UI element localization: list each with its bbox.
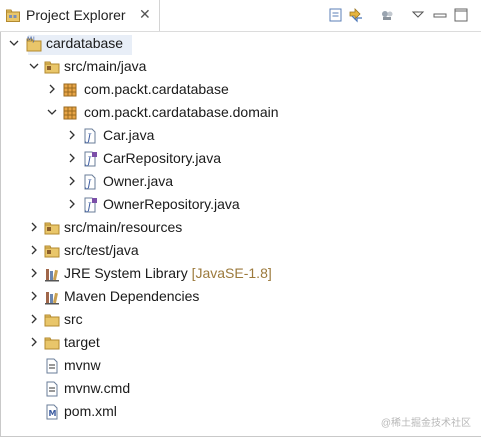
chevron-right-icon[interactable] [66, 129, 78, 141]
library-icon [45, 269, 59, 282]
chevron-down-icon[interactable] [46, 106, 58, 118]
svg-text:J: J [85, 179, 92, 190]
tree-item-src-main-resources[interactable]: src/main/resources [0, 217, 481, 239]
tab-divider [0, 31, 481, 32]
maximize-icon[interactable] [452, 6, 470, 24]
package-icon [63, 106, 77, 120]
svg-text:J: J [85, 133, 92, 144]
tree-item-mvnw[interactable]: mvnw [0, 355, 481, 377]
tree-item-label: cardatabase [46, 35, 124, 51]
tree-item-jre-library[interactable]: JRE System Library [JavaSE-1.8] [0, 263, 481, 285]
folder-icon [44, 337, 60, 350]
tree-item-owner-repository[interactable]: J OwnerRepository.java [0, 194, 481, 216]
close-icon[interactable]: ✕ [139, 6, 151, 23]
file-icon [46, 381, 58, 397]
svg-text:M: M [27, 36, 32, 43]
view-menu-icon[interactable] [409, 6, 427, 24]
package-icon [63, 83, 77, 97]
tree-item-label: src [64, 311, 83, 327]
java-class-icon: J [84, 174, 96, 190]
java-class-icon: J [84, 128, 96, 144]
java-interface-icon: J [84, 197, 97, 213]
svg-text:J: J [32, 36, 35, 43]
tree-item-cardatabase[interactable]: M J cardatabase [0, 33, 481, 55]
tree-item-package[interactable]: com.packt.cardatabase [0, 79, 481, 101]
library-icon [45, 292, 59, 305]
tree-item-car-repository[interactable]: J CarRepository.java [0, 148, 481, 170]
tree-item-label: mvnw.cmd [64, 380, 131, 396]
chevron-right-icon[interactable] [28, 267, 40, 279]
source-folder-icon [44, 61, 60, 74]
tree-item-src-test-java[interactable]: src/test/java [0, 240, 481, 262]
project-explorer-icon [6, 9, 20, 22]
link-with-editor-icon[interactable] [347, 6, 365, 24]
tree-item-package-domain[interactable]: com.packt.cardatabase.domain [0, 102, 481, 124]
svg-text:J: J [85, 202, 92, 213]
maven-pom-icon: M [46, 404, 58, 420]
chevron-down-icon[interactable] [28, 60, 40, 72]
chevron-down-icon[interactable] [8, 37, 20, 49]
svg-text:M: M [49, 409, 57, 418]
java-interface-icon: J [84, 151, 97, 167]
chevron-right-icon[interactable] [46, 83, 58, 95]
tab-project-explorer[interactable]: Project Explorer ✕ [0, 0, 160, 32]
tree-item-label: mvnw [64, 357, 101, 373]
tree-item-label: com.packt.cardatabase [84, 81, 229, 97]
chevron-right-icon[interactable] [66, 175, 78, 187]
minimize-icon[interactable] [431, 6, 449, 24]
view-tab-bar: Project Explorer ✕ [0, 0, 481, 32]
tree-item-label: CarRepository.java [103, 150, 222, 166]
tree-item-label: src/main/resources [64, 219, 183, 235]
chevron-right-icon[interactable] [28, 336, 40, 348]
source-folder-icon [44, 245, 60, 258]
filter-icon[interactable] [378, 6, 396, 24]
tree-item-mvnw-cmd[interactable]: mvnw.cmd [0, 378, 481, 400]
chevron-right-icon[interactable] [28, 221, 40, 233]
tree-item-label: Owner.java [103, 173, 174, 189]
library-name: JRE System Library [64, 265, 188, 281]
folder-icon [44, 314, 60, 327]
tree-item-src-main-java[interactable]: src/main/java [0, 56, 481, 78]
chevron-right-icon[interactable] [28, 313, 40, 325]
tree-item-label: src/main/java [64, 58, 147, 74]
tree-item-car-java[interactable]: J Car.java [0, 125, 481, 147]
tree-item-label: OwnerRepository.java [103, 196, 240, 212]
tree-item-owner-java[interactable]: J Owner.java [0, 171, 481, 193]
chevron-right-icon[interactable] [28, 244, 40, 256]
tree-item-label: Maven Dependencies [64, 288, 200, 304]
tree-item-label: pom.xml [64, 403, 117, 419]
chevron-right-icon[interactable] [66, 152, 78, 164]
chevron-right-icon[interactable] [66, 198, 78, 210]
tree-item-src[interactable]: src [0, 309, 481, 331]
tab-title: Project Explorer [26, 7, 126, 23]
collapse-all-icon[interactable] [327, 6, 345, 24]
maven-project-icon: M J [26, 36, 42, 52]
tree-item-label: target [64, 334, 100, 350]
tree-item-target[interactable]: target [0, 332, 481, 354]
tree-item-label: src/test/java [64, 242, 139, 258]
library-version: [JavaSE-1.8] [191, 265, 272, 281]
watermark: @稀土掘金技术社区 [380, 418, 471, 429]
svg-text:J: J [85, 156, 92, 167]
tree-item-label: JRE System Library [JavaSE-1.8] [64, 265, 272, 281]
tree-item-label: Car.java [103, 127, 155, 143]
chevron-right-icon[interactable] [28, 290, 40, 302]
source-folder-icon [44, 222, 60, 235]
file-icon [46, 358, 58, 374]
tree-item-label: com.packt.cardatabase.domain [84, 104, 279, 120]
tree-item-maven-dependencies[interactable]: Maven Dependencies [0, 286, 481, 308]
